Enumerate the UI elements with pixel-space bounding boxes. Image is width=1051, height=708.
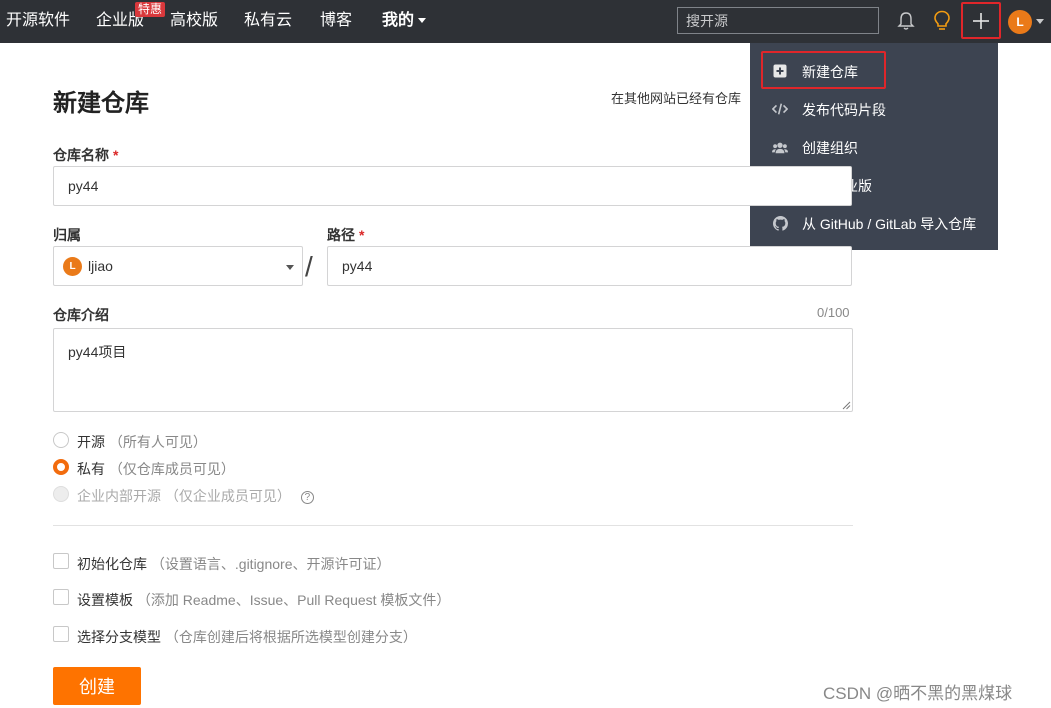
radio-hint: （仅仓库成员可见） (108, 461, 235, 477)
radio-hint: （仅企业成员可见） (164, 488, 291, 504)
repo-name-input[interactable]: py44 (53, 166, 852, 206)
menu-item-label: 创建组织 (802, 140, 858, 156)
required-mark: * (113, 147, 119, 163)
nav-education[interactable]: 高校版 (170, 11, 218, 31)
menu-item-publish-snippet[interactable]: 发布代码片段 (750, 90, 998, 128)
visibility-enterprise-label: 企业内部开源 （仅企业成员可见）? (77, 486, 314, 506)
owner-label: 归属 (53, 227, 81, 243)
chevron-down-icon (418, 18, 427, 24)
menu-item-import-repo[interactable]: 从 GitHub / GitLab 导入仓库 (750, 204, 998, 242)
branch-model-checkbox[interactable] (53, 626, 69, 642)
path-input[interactable]: py44 (327, 246, 852, 286)
bell-icon[interactable] (896, 10, 916, 32)
owner-path-separator: / (305, 251, 313, 282)
radio-label-text: 开源 (77, 434, 105, 450)
import-hint: 在其他网站已经有仓库 (611, 91, 742, 106)
checkbox-hint: （添加 Readme、Issue、Pull Request 模板文件） (136, 592, 451, 608)
create-button[interactable]: 创建 (53, 667, 141, 705)
avatar-chevron-down-icon[interactable] (1036, 19, 1044, 24)
nav-mine-label: 我的 (382, 12, 415, 29)
radio-label-text: 企业内部开源 (77, 488, 161, 504)
nav-blog[interactable]: 博客 (320, 11, 352, 31)
visibility-private-label[interactable]: 私有 （仅仓库成员可见） (77, 459, 235, 479)
user-avatar[interactable]: L (1008, 10, 1032, 34)
radio-label-text: 私有 (77, 461, 105, 477)
checkbox-label-text: 设置模板 (77, 592, 133, 608)
owner-avatar: L (63, 257, 82, 276)
help-icon[interactable]: ? (300, 491, 314, 504)
checkbox-label-text: 初始化仓库 (77, 556, 147, 572)
visibility-enterprise-radio (53, 486, 69, 502)
github-icon (772, 215, 788, 231)
owner-select[interactable]: L ljiao (53, 246, 303, 286)
radio-hint: （所有人可见） (108, 434, 207, 450)
code-icon (772, 101, 788, 117)
branch-model-label[interactable]: 选择分支模型 （仓库创建后将根据所选模型创建分支） (77, 627, 417, 647)
checkbox-hint: （设置语言、.gitignore、开源许可证） (150, 556, 391, 572)
visibility-public-radio[interactable] (53, 432, 69, 448)
plus-icon[interactable] (970, 10, 992, 32)
intro-char-counter: 0/100 (817, 305, 850, 320)
visibility-public-label[interactable]: 开源 （所有人可见） (77, 432, 207, 452)
top-navbar: 开源软件 企业版 特惠 高校版 私有云 博客 我的 L (0, 0, 1051, 43)
users-icon (772, 139, 788, 155)
repo-name-value: py44 (68, 178, 99, 194)
init-repo-label[interactable]: 初始化仓库 （设置语言、.gitignore、开源许可证） (77, 554, 390, 574)
path-label: 路径 * (327, 225, 364, 245)
intro-label: 仓库介绍 (53, 307, 109, 323)
nav-private-cloud[interactable]: 私有云 (244, 11, 292, 31)
nav-open-source[interactable]: 开源软件 (6, 11, 70, 31)
checkbox-label-text: 选择分支模型 (77, 629, 161, 645)
resize-handle-icon[interactable] (842, 401, 851, 410)
repo-name-label-text: 仓库名称 (53, 147, 109, 163)
chevron-down-icon (286, 265, 294, 270)
repo-name-label: 仓库名称 * (53, 145, 118, 165)
required-mark: * (359, 227, 365, 243)
path-label-text: 路径 (327, 227, 355, 243)
watermark: CSDN @晒不黑的黑煤球 (823, 684, 1013, 703)
nav-mine[interactable]: 我的 (382, 11, 427, 31)
path-value: py44 (342, 258, 373, 274)
page-title: 新建仓库 (53, 90, 149, 117)
enterprise-promo-badge: 特惠 (135, 2, 166, 17)
intro-value: py44项目 (68, 344, 127, 360)
owner-value: ljiao (88, 258, 113, 274)
new-repo-highlight (761, 51, 886, 89)
visibility-private-radio[interactable] (53, 459, 69, 475)
set-template-label[interactable]: 设置模板 （添加 Readme、Issue、Pull Request 模板文件） (77, 590, 450, 610)
init-repo-checkbox[interactable] (53, 553, 69, 569)
intro-textarea[interactable]: py44项目 (53, 328, 853, 412)
menu-item-create-org[interactable]: 创建组织 (750, 128, 998, 166)
checkbox-hint: （仓库创建后将根据所选模型创建分支） (164, 629, 417, 645)
menu-item-label: 从 GitHub / GitLab 导入仓库 (802, 216, 977, 232)
search-input[interactable] (677, 7, 879, 34)
section-divider (53, 525, 853, 526)
lightbulb-icon[interactable] (932, 9, 952, 33)
set-template-checkbox[interactable] (53, 589, 69, 605)
menu-item-label: 发布代码片段 (802, 102, 886, 118)
